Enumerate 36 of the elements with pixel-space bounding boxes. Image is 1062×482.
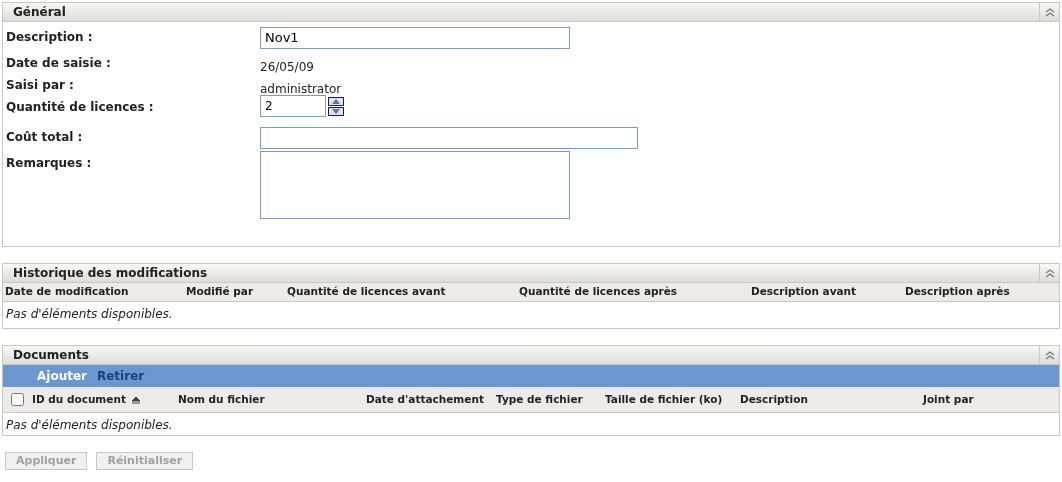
- column-header[interactable]: Date d'attachement: [366, 391, 484, 408]
- field-label: Saisi par :: [6, 77, 75, 94]
- column-header[interactable]: Joint par: [923, 391, 974, 408]
- column-header[interactable]: Quantité de licences après: [519, 284, 751, 300]
- column-header[interactable]: Description: [740, 391, 808, 408]
- collapse-icon: [1044, 7, 1055, 17]
- section-title: Historique des modifications: [12, 265, 209, 282]
- column-header[interactable]: Description après: [905, 284, 1055, 300]
- collapse-icon: [1044, 268, 1055, 278]
- spinner-buttons[interactable]: [328, 96, 344, 116]
- field-value: 26/05/09: [260, 60, 314, 74]
- column-header[interactable]: Date de modification: [5, 284, 186, 300]
- field-label: Description :: [6, 29, 94, 46]
- field-label: Date de saisie :: [6, 55, 112, 72]
- section-title: Documents: [12, 347, 90, 364]
- collapse-icon: [1044, 350, 1055, 360]
- number-field[interactable]: 2: [260, 95, 326, 117]
- column-header[interactable]: Modifié par: [186, 284, 287, 300]
- text-field[interactable]: Nov1: [260, 26, 570, 49]
- field-label: Remarques :: [6, 155, 93, 172]
- sort-icon: [131, 395, 140, 404]
- column-header[interactable]: Taille de fichier (ko): [605, 391, 723, 408]
- column-header[interactable]: Type de fichier: [496, 391, 583, 408]
- select-all-checkbox[interactable]: [11, 393, 24, 406]
- column-header[interactable]: ID du document: [32, 391, 126, 408]
- text-field[interactable]: [260, 126, 638, 149]
- remarks-field[interactable]: [260, 151, 570, 219]
- field-value: administrator: [260, 82, 342, 96]
- column-header[interactable]: Description avant: [751, 284, 905, 300]
- field-label: Coût total :: [6, 129, 84, 146]
- empty-message: Pas d'éléments disponibles.: [5, 417, 174, 434]
- empty-message: Pas d'éléments disponibles.: [5, 306, 174, 323]
- section-title: Général: [12, 4, 67, 21]
- column-header[interactable]: Quantité de licences avant: [287, 284, 519, 300]
- column-header[interactable]: Nom du fichier: [178, 391, 265, 408]
- field-label: Quantité de licences :: [6, 99, 155, 116]
